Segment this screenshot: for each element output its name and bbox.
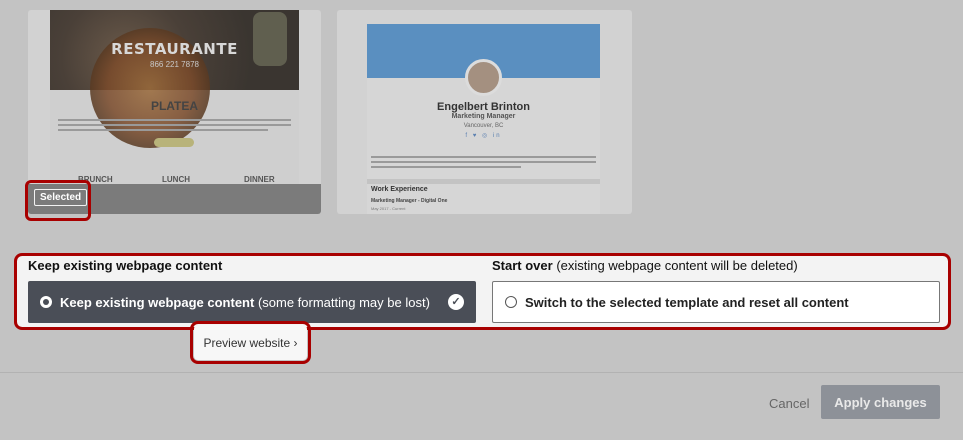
text-line <box>58 129 268 131</box>
section-divider <box>367 179 600 184</box>
text-line <box>58 119 291 121</box>
apply-changes-button[interactable]: Apply changes <box>821 385 940 419</box>
text-line <box>371 166 521 168</box>
job-dates: May 2017 - Current <box>371 206 406 211</box>
highlight-ring-preview <box>190 321 311 364</box>
text-line <box>371 161 596 163</box>
menu-label-dinner: DINNER <box>244 175 275 184</box>
job-title: Marketing Manager - Digital One <box>371 198 448 204</box>
footer-divider <box>0 372 963 373</box>
avatar <box>465 59 502 96</box>
template-preview-page: Engelbert Brinton Marketing Manager Vanc… <box>367 24 600 214</box>
work-experience-heading: Work Experience <box>371 186 428 193</box>
profile-location: Vancouver, BC <box>463 123 504 129</box>
cancel-button[interactable]: Cancel <box>769 396 809 411</box>
profile-role: Marketing Manager <box>451 113 516 120</box>
highlight-ring-options <box>14 253 951 330</box>
text-line <box>371 156 596 158</box>
text-line <box>58 124 291 126</box>
section-title: PLATEA <box>150 99 199 113</box>
restaurant-title: RESTAURANTE <box>111 40 238 58</box>
profile-name: Engelbert Brinton <box>437 101 530 113</box>
template-thumbnail-resume[interactable]: Engelbert Brinton Marketing Manager Vanc… <box>337 10 632 214</box>
highlight-ring-selected <box>25 180 91 221</box>
social-icons: f ♥ ◎ in <box>465 133 502 139</box>
restaurant-phone: 866 221 7878 <box>150 60 199 69</box>
reservations-button <box>154 138 194 147</box>
menu-label-lunch: LUNCH <box>162 175 190 184</box>
